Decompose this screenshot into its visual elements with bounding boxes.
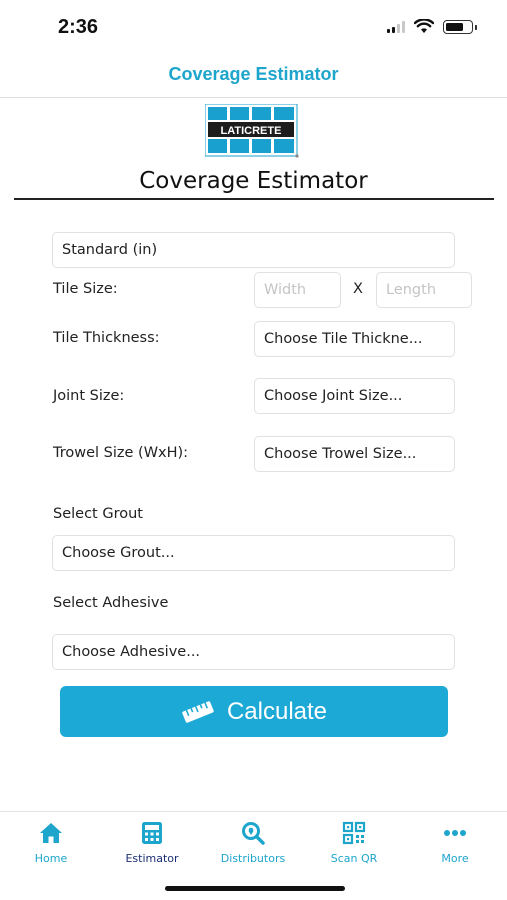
tile-length-input[interactable]: Length [376, 272, 472, 308]
trowel-size-label: Trowel Size (WxH): [53, 445, 189, 461]
tile-thickness-select[interactable]: Choose Tile Thickne... [254, 321, 455, 357]
cellular-signal-icon [387, 20, 405, 33]
status-bar: 2:36 [0, 0, 507, 56]
adhesive-select[interactable]: Choose Adhesive... [52, 634, 455, 670]
tab-estimator[interactable]: Estimator [102, 820, 202, 865]
joint-size-select[interactable]: Choose Joint Size... [254, 378, 455, 414]
tab-distributors[interactable]: Distributors [203, 820, 303, 865]
nav-divider [0, 97, 507, 98]
qr-code-icon [342, 821, 366, 845]
tab-scan-qr[interactable]: Scan QR [304, 820, 404, 865]
tab-more[interactable]: More [405, 820, 505, 865]
tile-size-separator: X [353, 281, 363, 297]
svg-text:LATICRETE: LATICRETE [221, 125, 282, 137]
joint-size-label: Joint Size: [53, 388, 125, 404]
laticrete-logo: LATICRETE [205, 104, 299, 158]
tab-home[interactable]: Home [1, 820, 101, 865]
battery-icon [443, 19, 477, 34]
tile-size-label: Tile Size: [53, 281, 118, 297]
nav-title: Coverage Estimator [168, 64, 339, 84]
trowel-size-select[interactable]: Choose Trowel Size... [254, 436, 455, 472]
home-indicator[interactable] [165, 886, 345, 891]
more-dots-icon [444, 830, 466, 836]
unit-select[interactable]: Standard (in) [52, 232, 455, 268]
page-heading: Coverage Estimator [139, 168, 368, 194]
calculate-button[interactable]: Calculate [60, 686, 448, 737]
select-adhesive-label: Select Adhesive [53, 595, 169, 611]
status-icons [387, 19, 477, 34]
calculate-label: Calculate [226, 697, 328, 725]
search-location-icon [242, 822, 265, 845]
wifi-icon [414, 19, 434, 33]
status-time: 2:36 [58, 16, 99, 38]
grout-select[interactable]: Choose Grout... [52, 535, 455, 571]
select-grout-label: Select Grout [53, 506, 143, 522]
tile-thickness-label: Tile Thickness: [53, 330, 160, 346]
calculator-icon [142, 822, 162, 844]
heading-rule [14, 198, 494, 200]
ruler-icon [182, 700, 214, 723]
home-icon [40, 823, 62, 843]
tile-width-input[interactable]: Width [254, 272, 341, 308]
